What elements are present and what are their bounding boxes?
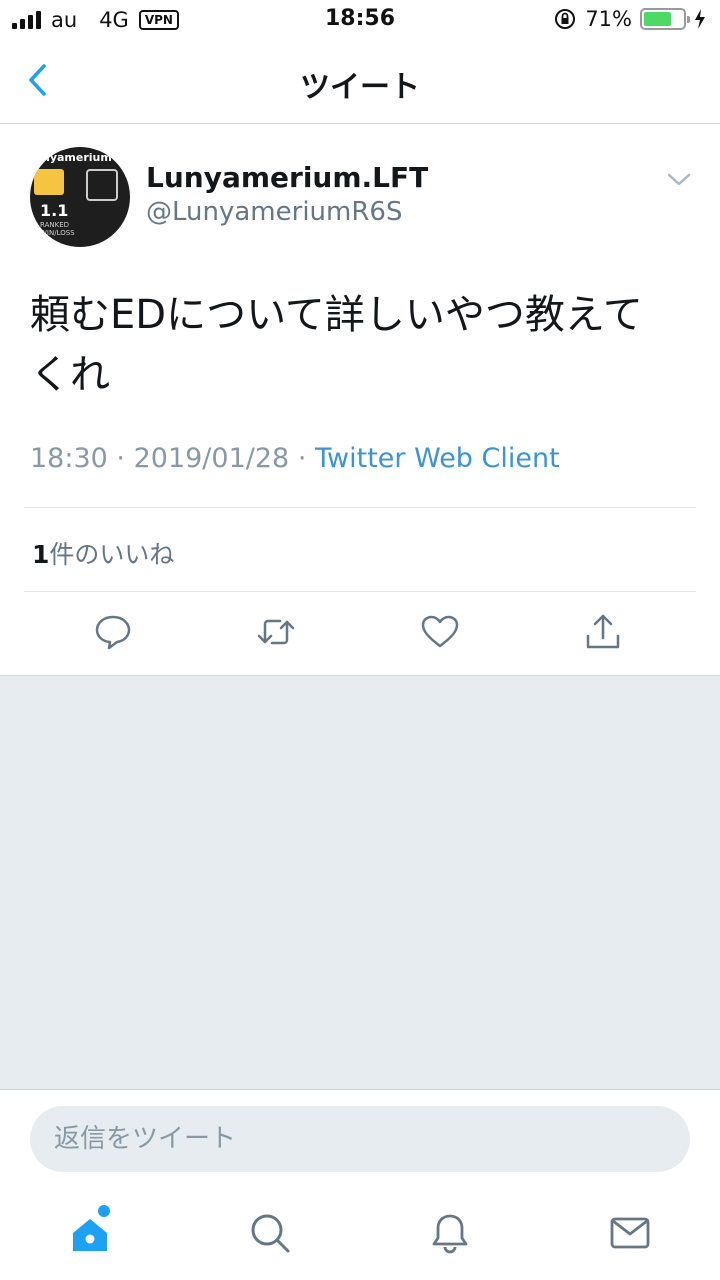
- status-bar: au 4G VPN 18:56 71%: [0, 0, 720, 40]
- signal-icon: [12, 11, 41, 29]
- user-handle[interactable]: @LunyameriumR6S: [146, 197, 402, 227]
- chevron-down-icon[interactable]: [664, 165, 694, 195]
- retweet-icon[interactable]: [256, 612, 296, 652]
- empty-replies-area: [0, 676, 720, 1089]
- status-left: au 4G VPN: [12, 8, 179, 32]
- likes-summary[interactable]: 1件のいいね: [32, 535, 174, 571]
- back-chevron-icon[interactable]: [20, 60, 60, 100]
- tweet-text: 頼むEDについて詳しいやつ教えて くれ: [30, 285, 690, 405]
- avatar-top-text: nyamerium: [42, 151, 112, 164]
- tweet-meta: 18:30 · 2019/01/28 · Twitter Web Client: [30, 443, 560, 474]
- tweet-date: 2019/01/28: [133, 443, 290, 474]
- reply-comment-icon[interactable]: [93, 612, 133, 652]
- battery-percent: 71%: [585, 7, 632, 31]
- envelope-icon: [610, 1217, 650, 1249]
- bell-icon: [432, 1214, 468, 1254]
- tweet-actions: [0, 612, 720, 654]
- carrier-label: au: [51, 8, 78, 32]
- tab-messages[interactable]: [608, 1211, 652, 1255]
- avatar-number: 1.1: [40, 201, 69, 220]
- likes-label: 件のいいね: [49, 540, 175, 569]
- tab-notifications[interactable]: [428, 1211, 472, 1255]
- tweet-text-line1: 頼むEDについて詳しいやつ教えて: [30, 292, 643, 338]
- page-title: ツイート: [300, 70, 420, 105]
- notification-dot: [98, 1205, 110, 1217]
- navigation-bar: ツイート: [0, 40, 720, 124]
- avatar-small-text: RANKED WIN/LOSS: [40, 221, 75, 237]
- meta-separator: ·: [297, 443, 307, 474]
- battery-icon: [640, 8, 690, 30]
- home-icon: [73, 1219, 107, 1251]
- tweet-detail: nyamerium 1.1 RANKED WIN/LOSS Lunyameriu…: [0, 125, 720, 676]
- tweet-time: 18:30: [30, 443, 108, 474]
- reply-bar: [0, 1089, 720, 1189]
- vpn-badge: VPN: [138, 10, 179, 30]
- charging-bolt-icon: [695, 9, 705, 29]
- status-right: 71%: [553, 7, 706, 31]
- tab-bar: [0, 1189, 720, 1280]
- likes-count: 1: [32, 540, 50, 569]
- avatar[interactable]: nyamerium 1.1 RANKED WIN/LOSS: [30, 147, 130, 247]
- tab-home[interactable]: [68, 1205, 112, 1255]
- like-heart-icon[interactable]: [420, 612, 460, 652]
- meta-separator: ·: [116, 443, 125, 474]
- reply-input[interactable]: [30, 1106, 690, 1172]
- avatar-small-line2: WIN/LOSS: [40, 229, 75, 237]
- tweet-text-line2: くれ: [30, 352, 110, 398]
- share-icon[interactable]: [583, 612, 623, 652]
- avatar-small-line1: RANKED: [40, 221, 70, 229]
- tab-search[interactable]: [248, 1211, 292, 1255]
- tweet-client-link[interactable]: Twitter Web Client: [315, 443, 560, 474]
- likes-row[interactable]: 1件のいいね: [24, 507, 696, 592]
- display-name[interactable]: Lunyamerium.LFT: [146, 161, 428, 194]
- avatar-character-image: [34, 169, 64, 195]
- orientation-lock-icon: [555, 9, 576, 29]
- network-label: 4G: [99, 8, 129, 32]
- battery-fill: [644, 12, 671, 26]
- search-icon: [251, 1214, 290, 1253]
- avatar-rank-badge: [86, 169, 118, 201]
